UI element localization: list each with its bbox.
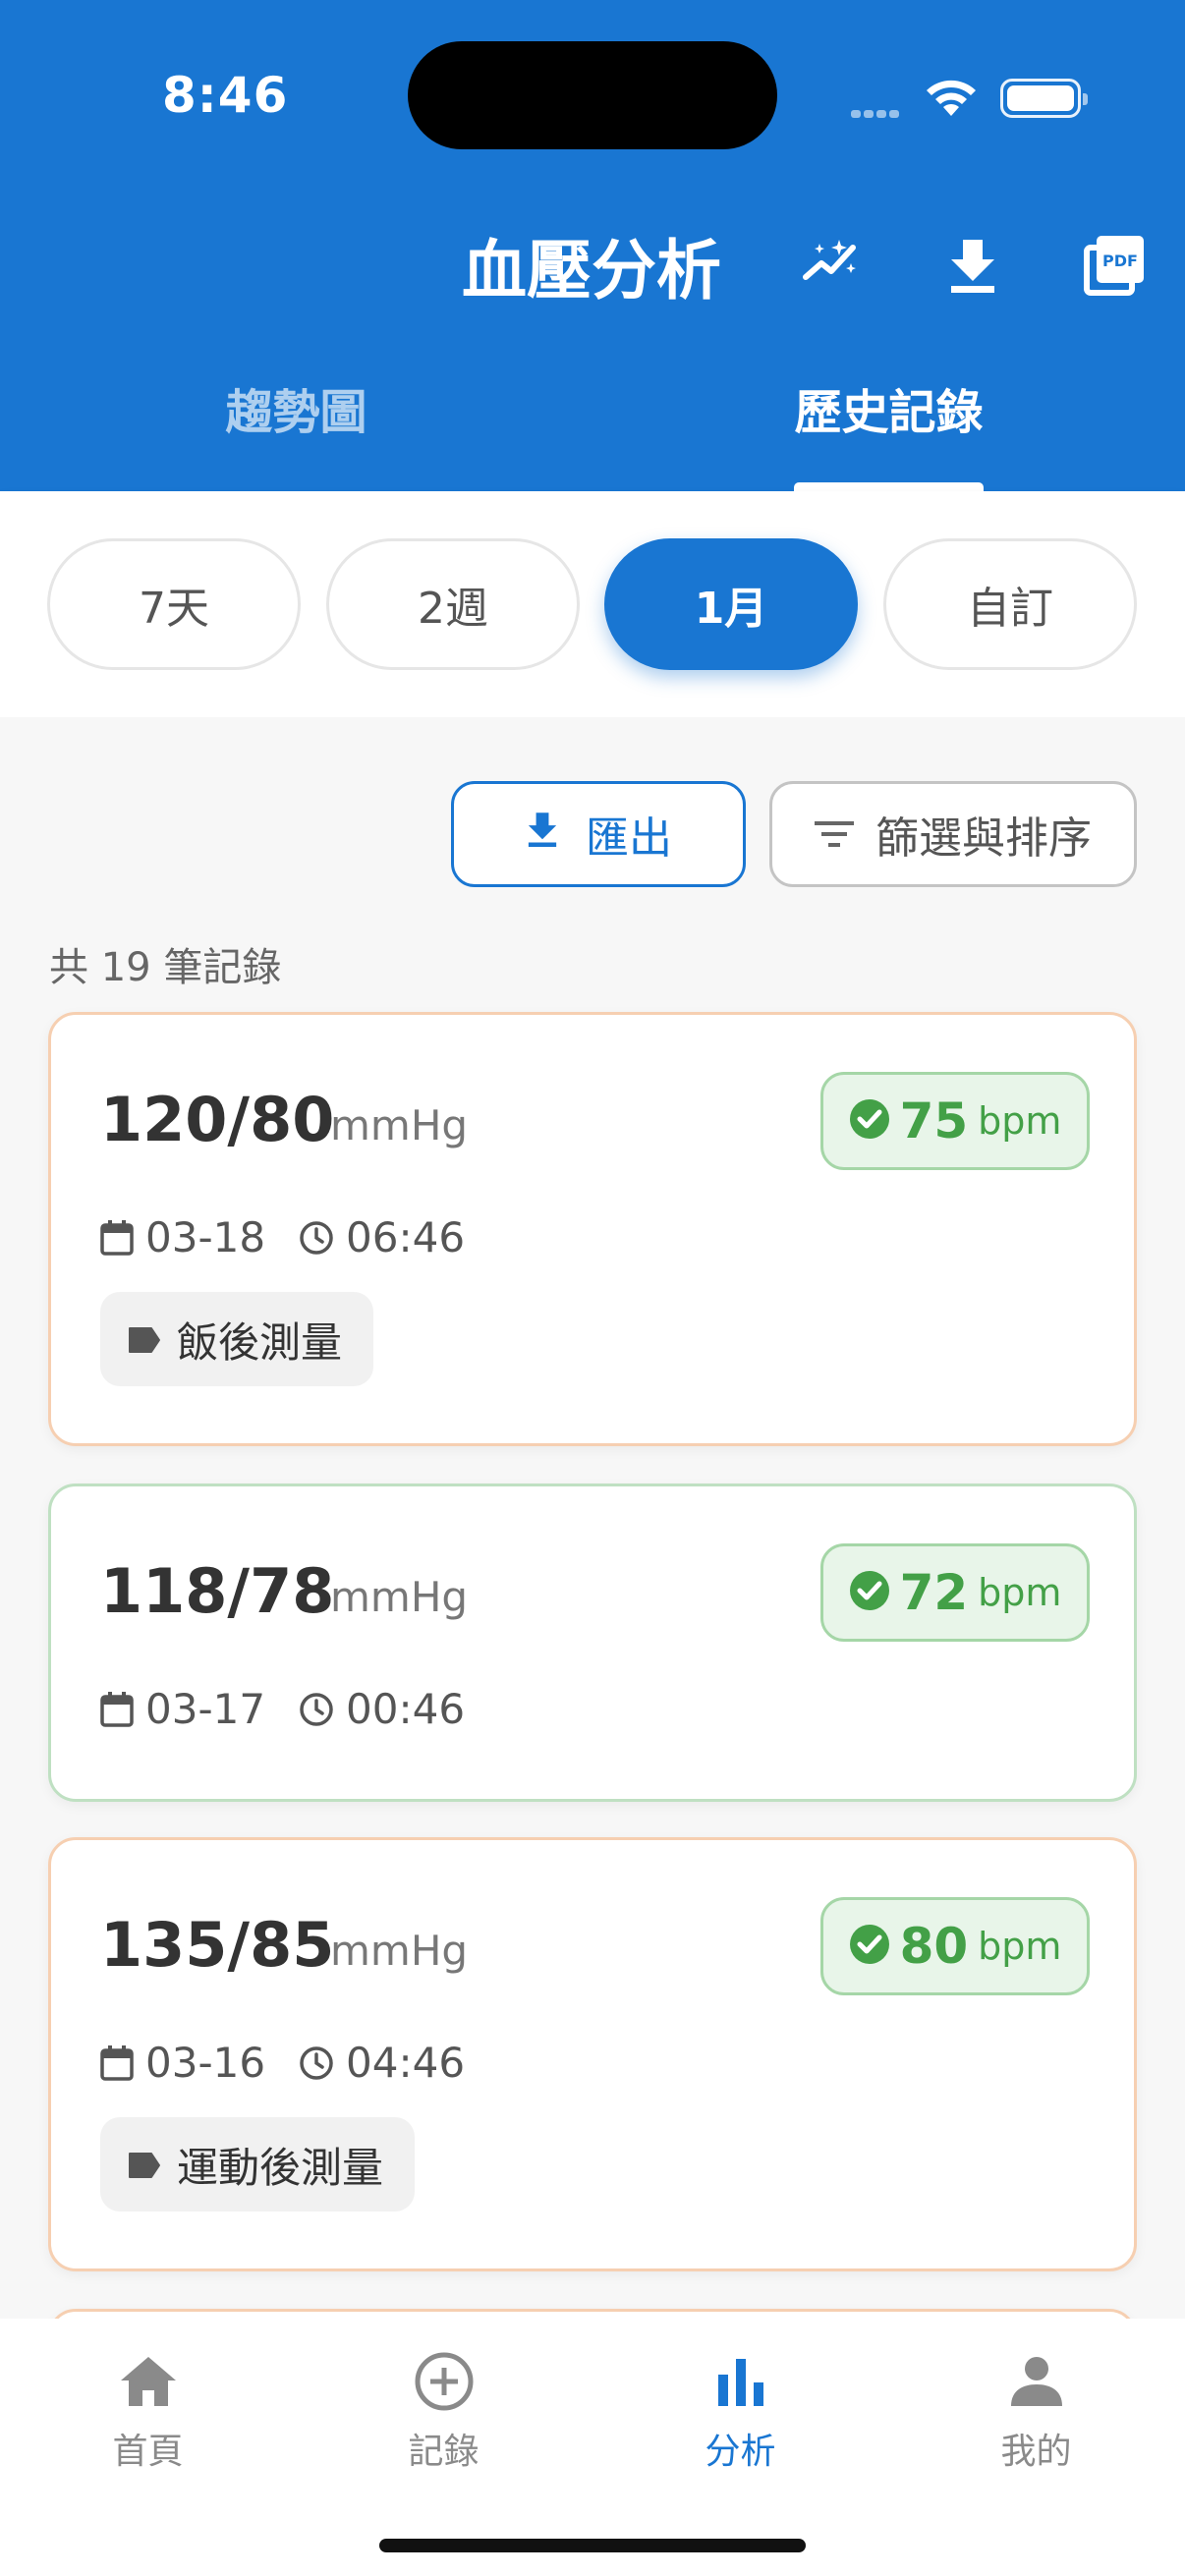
tab-history[interactable]: 歷史記錄 xyxy=(592,383,1185,442)
check-circle-icon xyxy=(849,1924,890,1969)
nav-label-profile: 我的 xyxy=(1000,2432,1072,2472)
nav-item-home[interactable]: 首頁 xyxy=(0,2340,296,2474)
clock-icon xyxy=(299,1692,334,1727)
wifi-icon xyxy=(924,77,979,122)
svg-text:PDF: PDF xyxy=(1102,252,1138,270)
dynamic-island xyxy=(408,41,777,149)
pdf-icon[interactable]: PDF xyxy=(1077,228,1152,303)
blood-pressure-value: 120/80 xyxy=(100,1084,335,1155)
record-card[interactable]: 135/85 mmHg 80 bpm 03-16 04:46 運動後測量 xyxy=(48,1837,1137,2271)
home-icon xyxy=(0,2340,296,2423)
filter-sort-label: 篩選與排序 xyxy=(875,813,1092,864)
export-button[interactable]: 匯出 xyxy=(451,781,746,887)
label-icon xyxy=(128,2141,161,2189)
bp-unit: mmHg xyxy=(330,1927,469,1975)
add-circle-icon xyxy=(296,2340,592,2423)
record-tag-text: 運動後測量 xyxy=(177,2143,384,2192)
label-icon xyxy=(128,1316,161,1364)
record-tag-text: 飯後測量 xyxy=(177,1317,343,1367)
pulse-value: 72 xyxy=(899,1564,969,1621)
clock-icon xyxy=(299,2045,334,2081)
pulse-unit: bpm xyxy=(978,1925,1062,1968)
magic-wand-icon[interactable] xyxy=(794,228,869,303)
status-time: 8:46 xyxy=(162,67,289,124)
calendar-icon xyxy=(100,2044,134,2081)
tab-indicator xyxy=(794,482,984,491)
nav-label-home: 首頁 xyxy=(112,2432,184,2472)
record-time: 06:46 xyxy=(346,1213,466,1261)
nav-item-record[interactable]: 記錄 xyxy=(296,2340,592,2474)
record-time: 04:46 xyxy=(346,2039,466,2087)
person-icon xyxy=(888,2340,1184,2423)
nav-item-analysis[interactable]: 分析 xyxy=(592,2340,888,2474)
record-date: 03-16 xyxy=(145,2039,266,2087)
app-header: 8:46 血壓分析 PDF 趨勢圖 歷史記錄 xyxy=(0,0,1185,491)
calendar-icon xyxy=(100,1219,134,1256)
filter-sort-button[interactable]: 篩選與排序 xyxy=(769,781,1137,887)
record-date: 03-18 xyxy=(145,1213,266,1261)
page-title: 血壓分析 xyxy=(462,233,721,308)
pulse-unit: bpm xyxy=(978,1099,1062,1143)
pulse-badge: 75 bpm xyxy=(820,1072,1090,1170)
record-date: 03-17 xyxy=(145,1685,266,1733)
bp-unit: mmHg xyxy=(330,1573,469,1621)
history-list-area[interactable]: 匯出 篩選與排序 共 19 筆記錄 120/80 mmHg 75 bpm 03-… xyxy=(0,717,1185,2319)
period-chip-custom[interactable]: 自訂 xyxy=(883,538,1137,670)
blood-pressure-value: 135/85 xyxy=(100,1909,335,1981)
bp-unit: mmHg xyxy=(330,1101,469,1149)
bottom-navigation: 首頁 記錄 分析 我的 xyxy=(0,2319,1185,2576)
check-circle-icon xyxy=(849,1098,890,1144)
period-chip-2-weeks[interactable]: 2週 xyxy=(326,538,580,670)
nav-label-record: 記錄 xyxy=(408,2432,480,2472)
pulse-badge: 72 bpm xyxy=(820,1543,1090,1642)
cellular-signal-icon xyxy=(851,103,902,122)
export-label: 匯出 xyxy=(586,813,672,864)
clock-icon xyxy=(299,1220,334,1256)
pulse-unit: bpm xyxy=(978,1571,1062,1614)
blood-pressure-value: 118/78 xyxy=(100,1555,335,1627)
record-tag: 運動後測量 xyxy=(100,2117,416,2212)
bar-chart-icon xyxy=(592,2340,888,2423)
nav-label-analysis: 分析 xyxy=(705,2432,776,2472)
pulse-value: 80 xyxy=(899,1918,969,1975)
period-chip-1-month[interactable]: 1月 xyxy=(604,538,858,670)
check-circle-icon xyxy=(849,1570,890,1615)
pulse-value: 75 xyxy=(899,1092,969,1149)
record-card[interactable] xyxy=(48,2309,1137,2319)
record-tag: 飯後測量 xyxy=(100,1292,374,1386)
tab-trend-chart[interactable]: 趨勢圖 xyxy=(0,383,592,442)
record-card[interactable]: 120/80 mmHg 75 bpm 03-18 06:46 飯後測量 xyxy=(48,1012,1137,1446)
download-icon[interactable] xyxy=(935,228,1010,303)
home-indicator xyxy=(379,2539,806,2552)
record-meta: 03-16 04:46 xyxy=(100,2039,465,2087)
period-chip-7-days[interactable]: 7天 xyxy=(47,538,301,670)
pulse-badge: 80 bpm xyxy=(820,1897,1090,1995)
record-meta: 03-18 06:46 xyxy=(100,1213,465,1261)
record-meta: 03-17 00:46 xyxy=(100,1685,465,1733)
record-count: 共 19 筆記錄 xyxy=(49,945,282,990)
calendar-icon xyxy=(100,1691,134,1727)
tab-bar: 趨勢圖 歷史記錄 xyxy=(0,364,1185,491)
nav-item-profile[interactable]: 我的 xyxy=(888,2340,1184,2474)
download-icon xyxy=(525,810,560,860)
battery-icon xyxy=(1000,79,1088,118)
filter-icon xyxy=(815,810,854,860)
record-time: 00:46 xyxy=(346,1685,466,1733)
period-selector: 7天 2週 1月 自訂 xyxy=(0,491,1185,717)
record-card[interactable]: 118/78 mmHg 72 bpm 03-17 00:46 xyxy=(48,1484,1137,1802)
